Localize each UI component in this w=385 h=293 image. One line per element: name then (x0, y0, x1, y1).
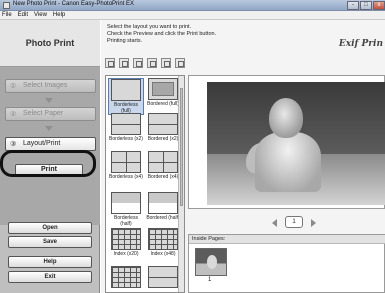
layout-item[interactable]: Borderless (full) (108, 78, 144, 115)
step-select-images[interactable]: ① Select Images (5, 79, 96, 93)
layout-borderless-x2-icon (111, 113, 141, 135)
app-logo-text: Photo Print (25, 38, 75, 48)
layout-item[interactable]: Borderless (x2) (108, 113, 144, 142)
help-button[interactable]: Help (8, 256, 92, 268)
layout-item[interactable]: Index (x48) (145, 228, 181, 257)
menu-bar: File Edit View Help (0, 11, 385, 20)
next-page-icon[interactable] (311, 219, 316, 227)
layout-bordered-half-icon (148, 192, 178, 214)
maximize-button[interactable]: □ (360, 1, 372, 10)
down-arrow-icon (45, 126, 53, 131)
layout-icon[interactable] (105, 58, 115, 68)
thumbnail-number: 1 (208, 277, 212, 283)
text-icon[interactable] (175, 58, 185, 68)
window-title: New Photo Print - Canon Easy-PhotoPrint … (13, 1, 135, 7)
layout-caption: Borderless (x2) (109, 136, 143, 142)
layout-index-x48-icon (148, 228, 178, 250)
down-arrow-icon (45, 98, 53, 103)
layout-item[interactable] (108, 266, 144, 288)
layout-item[interactable]: Bordered (x2) (145, 113, 181, 142)
scrollbar-thumb[interactable] (180, 88, 183, 206)
step-number: ② (10, 111, 17, 118)
preview-area (188, 75, 385, 209)
layout-bordered-x4-icon (148, 151, 178, 173)
inside-pages-label: Inside Pages: (189, 235, 385, 244)
layout-caption: Index (x20) (113, 251, 139, 257)
layout-item[interactable]: Borderless (half) (108, 192, 144, 227)
preview-photo[interactable] (207, 82, 385, 205)
crop-icon[interactable] (133, 58, 143, 68)
layout-caption: Bordered (full) (147, 101, 179, 107)
logo-area: Photo Print (0, 20, 100, 67)
minimize-button[interactable]: - (347, 1, 359, 10)
app-icon (3, 2, 10, 9)
edit-toolbar (105, 57, 205, 69)
layout-caption: Bordered (half) (146, 215, 180, 221)
exit-button[interactable]: Exit (8, 271, 92, 283)
step-label: Layout/Print (23, 140, 61, 147)
layout-item[interactable]: Bordered (x4) (145, 151, 181, 180)
layout-caption: Bordered (x2) (147, 136, 179, 142)
instructions: Select the layout you want to print. Che… (107, 24, 307, 45)
menu-edit[interactable]: Edit (18, 11, 28, 19)
layout-borderless-half-icon (111, 192, 141, 214)
layout-borderless-x4-icon (111, 151, 141, 173)
layout-item[interactable]: Bordered (full) (145, 78, 181, 107)
layout-index-icon (111, 266, 141, 288)
menu-file[interactable]: File (2, 11, 12, 19)
exif-print-logo: Exif Prin (338, 39, 383, 49)
page-number-box[interactable]: 1 (285, 216, 303, 228)
layout-item[interactable] (145, 266, 181, 288)
layout-item[interactable]: Borderless (x4) (108, 151, 144, 180)
layout-bordered-full-icon (148, 78, 178, 100)
instruction-line: Check the Preview and click the Print bu… (107, 31, 217, 37)
layout-index-x20-icon (111, 228, 141, 250)
step-list: ① Select Images ② Select Paper ③ Layout/… (0, 67, 100, 225)
step-layout-print[interactable]: ③ Layout/Print (5, 137, 96, 151)
inside-pages-panel: Inside Pages: 1 (188, 234, 385, 293)
layout-caption: Borderless (half) (114, 215, 138, 227)
layout-list: Borderless (full) Bordered (full) Border… (105, 75, 185, 293)
menu-help[interactable]: Help (53, 11, 65, 19)
menu-view[interactable]: View (34, 11, 47, 19)
layout-caption: Index (x48) (150, 251, 176, 257)
previous-page-icon[interactable] (272, 219, 277, 227)
layout-multi-icon (148, 266, 178, 288)
pages-icon[interactable] (119, 58, 129, 68)
frame-icon[interactable] (147, 58, 157, 68)
save-button[interactable]: Save (8, 236, 92, 248)
instruction-line: Select the layout you want to print. (107, 24, 192, 30)
step-number: ③ (10, 141, 17, 148)
title-bar: New Photo Print - Canon Easy-PhotoPrint … (0, 0, 385, 11)
layout-item[interactable]: Index (x20) (108, 228, 144, 257)
main-area: Select the layout you want to print. Che… (101, 20, 385, 293)
callout-ring (0, 150, 96, 177)
layout-caption: Bordered (x4) (147, 174, 179, 180)
layout-borderless-full-icon (111, 79, 141, 101)
instruction-line: Printing starts. (107, 38, 143, 44)
page-navigator: 1 (188, 216, 385, 230)
correct-icon[interactable] (161, 58, 171, 68)
close-button[interactable]: x (373, 1, 385, 10)
layout-scrollbar[interactable] (178, 76, 184, 292)
step-label: Select Paper (23, 110, 64, 117)
open-button[interactable]: Open (8, 222, 92, 234)
layout-bordered-x2-icon (148, 113, 178, 135)
step-select-paper[interactable]: ② Select Paper (5, 107, 96, 121)
left-panel: Photo Print ① Select Images ② Select Pap… (0, 20, 100, 293)
step-number: ① (10, 83, 17, 90)
step-label: Select Images (23, 82, 68, 89)
layout-caption: Borderless (x4) (109, 174, 143, 180)
page-thumbnail[interactable] (195, 248, 227, 276)
layout-item[interactable]: Bordered (half) (145, 192, 181, 221)
